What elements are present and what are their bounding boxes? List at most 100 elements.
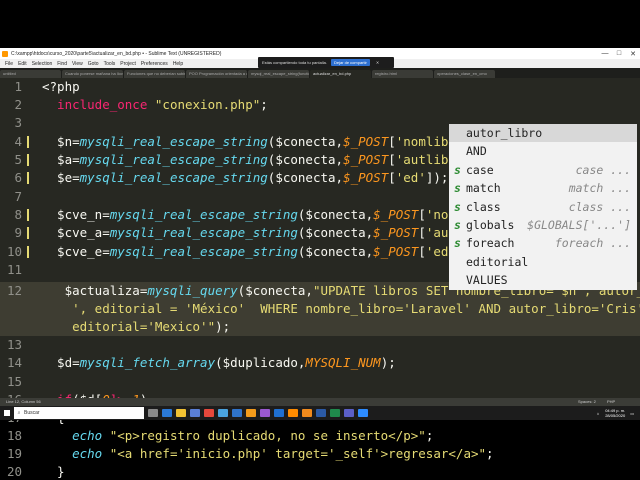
code-line[interactable]: editorial='Mexico'");: [0, 318, 640, 336]
sublime-icon[interactable]: [288, 409, 298, 417]
explorer-icon[interactable]: [176, 409, 186, 417]
code-token: include_once: [42, 97, 155, 112]
tab-6[interactable]: registro.html: [372, 70, 433, 78]
network-icon[interactable]: ⌂: [597, 411, 599, 416]
tab-7[interactable]: operaciones_clase_en_cmo: [434, 70, 495, 78]
autocomplete-item[interactable]: s globals $GLOBALS['...']: [449, 216, 637, 234]
autocomplete-item[interactable]: s match match ...: [449, 179, 637, 197]
menu-find[interactable]: Find: [57, 61, 67, 67]
code-line[interactable]: 2 include_once "conexion.php";: [0, 96, 640, 114]
status-bar: Line 12, Column 56 Spaces: 2 PHP: [0, 398, 640, 406]
store-icon[interactable]: [190, 409, 200, 417]
teams-icon[interactable]: [344, 409, 354, 417]
photoshop-icon[interactable]: [232, 409, 242, 417]
close-share-bar-icon[interactable]: ✕: [376, 60, 379, 65]
vlc-icon[interactable]: [302, 409, 312, 417]
autocomplete-label: editorial: [466, 254, 529, 269]
minimize-button[interactable]: —: [598, 50, 612, 57]
menu-preferences[interactable]: Preferences: [141, 61, 168, 67]
excel-icon[interactable]: [330, 409, 340, 417]
menu-view[interactable]: View: [72, 61, 83, 67]
mail-icon[interactable]: [218, 409, 228, 417]
menu-goto[interactable]: Goto: [88, 61, 99, 67]
desktop-screen: C:\xampp\htdocs\curso_2020\parte5\actual…: [0, 0, 640, 480]
code-token: );: [215, 319, 231, 334]
visual-studio-icon[interactable]: [260, 409, 270, 417]
syntax-setting[interactable]: PHP: [607, 398, 615, 406]
autocomplete-item[interactable]: VALUES: [449, 271, 637, 289]
code-token: mysqli_real_escape_string: [109, 244, 298, 259]
line-number: 10: [6, 244, 22, 259]
code-token: $e=: [42, 170, 80, 185]
code-line[interactable]: 1 <?php: [0, 78, 640, 96]
code-token: ($conecta,: [297, 225, 374, 240]
chrome-icon[interactable]: [204, 409, 214, 417]
code-token: mysqli_fetch_array: [79, 355, 216, 370]
line-number: 7: [14, 189, 22, 204]
edge-icon[interactable]: [162, 409, 172, 417]
autocomplete-label: AND: [466, 144, 487, 159]
code-line[interactable]: 18 echo "<p>registro duplicado, no se in…: [0, 427, 640, 445]
zoom-icon[interactable]: [358, 409, 368, 417]
tab-4[interactable]: mysql_real_escape_string(function)...: [248, 70, 309, 78]
menu-selection[interactable]: Selection: [32, 61, 53, 67]
code-token: 'autlib': [395, 152, 456, 167]
menu-help[interactable]: Help: [173, 61, 183, 67]
task-view-icon[interactable]: [148, 409, 158, 417]
notifications-icon[interactable]: ▭: [630, 411, 634, 416]
code-line[interactable]: 13: [0, 336, 640, 354]
tab-0[interactable]: untitled: [0, 70, 61, 78]
modified-line-marker: [27, 209, 29, 221]
autocomplete-item[interactable]: autor_libro: [449, 124, 637, 143]
taskbar-search[interactable]: ⌕ Buscar: [14, 407, 144, 419]
modified-line-marker: [27, 246, 29, 258]
illustrator-icon[interactable]: [246, 409, 256, 417]
outlook-icon[interactable]: [274, 409, 284, 417]
clock[interactable]: 04:49 p. m. 28/05/2020: [605, 408, 625, 418]
autocomplete-hint: $GLOBALS['...']: [527, 217, 631, 232]
autocomplete-item[interactable]: s foreach foreach ...: [449, 234, 637, 252]
code-text: include_once "conexion.php";: [42, 96, 268, 114]
maximize-button[interactable]: □: [612, 50, 626, 57]
tab-5[interactable]: actualizar_en_bd.php: [310, 70, 371, 78]
code-token: $n=: [42, 134, 80, 149]
indentation-setting[interactable]: Spaces: 2: [578, 398, 596, 406]
autocomplete-item[interactable]: s case case ...: [449, 161, 637, 179]
menu-file[interactable]: File: [5, 61, 13, 67]
word-icon[interactable]: [316, 409, 326, 417]
autocomplete-label: globals: [466, 217, 515, 232]
autocomplete-item[interactable]: AND: [449, 142, 637, 160]
taskbar-apps: [144, 409, 368, 417]
menu-bar: File Edit Selection Find View Goto Tools…: [0, 57, 640, 68]
tab-2[interactable]: Funciones que no deberían subir a este..…: [124, 70, 185, 78]
code-line[interactable]: 19 echo "<a href='inicio.php' target='_s…: [0, 445, 640, 463]
menu-project[interactable]: Project: [120, 61, 136, 67]
line-number: 13: [6, 337, 22, 352]
autocomplete-item[interactable]: editorial: [449, 253, 637, 271]
code-token: $cve_a=: [42, 225, 110, 240]
code-text: echo "<p>registro duplicado, no se inser…: [42, 427, 433, 445]
code-token: [: [388, 170, 396, 185]
modified-line-marker: [27, 136, 29, 148]
menu-tools[interactable]: Tools: [104, 61, 116, 67]
code-text: ', editorial = 'México' WHERE nombre_lib…: [42, 300, 640, 318]
code-line[interactable]: ', editorial = 'México' WHERE nombre_lib…: [0, 300, 640, 318]
start-button[interactable]: [0, 406, 14, 420]
code-line[interactable]: 20 }: [0, 463, 640, 480]
code-line[interactable]: 15: [0, 373, 640, 391]
menu-edit[interactable]: Edit: [18, 61, 27, 67]
autocomplete-item[interactable]: s class class ...: [449, 198, 637, 216]
stop-sharing-button[interactable]: Dejar de compartir: [330, 59, 370, 66]
tab-3[interactable]: POO Programación orientada a objetos: [186, 70, 247, 78]
snippet-icon: s: [454, 181, 461, 196]
code-text: echo "<a href='inicio.php' target='_self…: [42, 445, 493, 463]
close-button[interactable]: ✕: [626, 50, 640, 58]
code-token: ', editorial = 'México' WHERE nombre_lib…: [42, 301, 640, 316]
code-token: [: [418, 244, 426, 259]
line-number: 6: [14, 170, 22, 185]
autocomplete-label: foreach: [466, 236, 515, 251]
code-token: $cve_e=: [42, 244, 110, 259]
code-line[interactable]: 14 $d=mysqli_fetch_array($duplicado,MYSQ…: [0, 354, 640, 372]
code-token: $_POST: [343, 134, 389, 149]
tab-1[interactable]: Cuando ponerse mañana ha llovido: [62, 70, 123, 78]
